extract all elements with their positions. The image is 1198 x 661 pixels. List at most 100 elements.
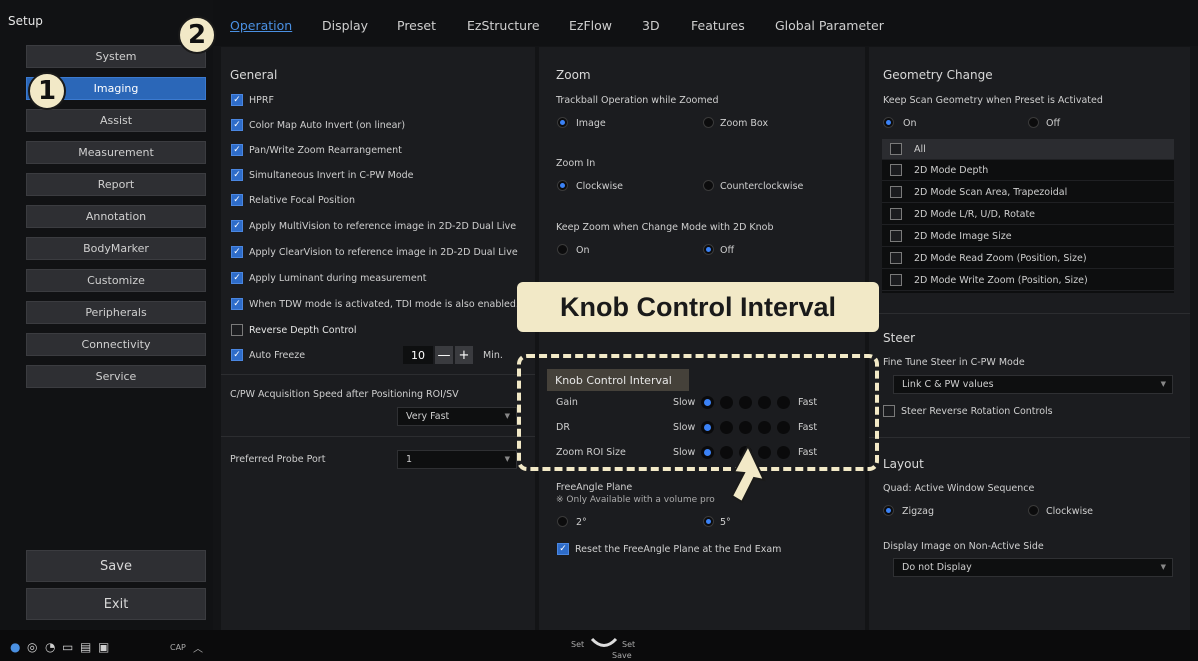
tab-preset[interactable]: Preset <box>397 18 436 33</box>
freeangle-2-radio[interactable] <box>557 516 568 527</box>
probe-port-value: 1 <box>406 454 413 465</box>
focal-position-checkbox[interactable] <box>231 194 243 206</box>
acq-speed-dropdown[interactable]: Very Fast ▼ <box>397 407 517 426</box>
callout-2: 2 <box>178 16 216 54</box>
fine-tune-label: Fine Tune Steer in C-PW Mode <box>883 357 1025 368</box>
sidebar-item-report[interactable]: Report <box>26 173 206 196</box>
auto-freeze-unit: Min. <box>483 350 503 361</box>
general-title: General <box>230 68 278 82</box>
general-panel <box>221 47 535 630</box>
tab-features[interactable]: Features <box>691 18 745 33</box>
caps-indicator: CAP <box>170 643 186 652</box>
sidebar-item-service[interactable]: Service <box>26 365 206 388</box>
trackball-zoombox-radio[interactable] <box>703 117 714 128</box>
zoom-title: Zoom <box>556 68 591 82</box>
geometry-rotate-checkbox[interactable] <box>890 208 902 220</box>
callout-1: 1 <box>28 72 66 110</box>
reset-freeangle-label: Reset the FreeAngle Plane at the End Exa… <box>575 544 782 555</box>
quad-clockwise-radio[interactable] <box>1028 505 1039 516</box>
list-item[interactable]: 2D Mode Scan Area, Trapezoidal <box>882 182 1174 203</box>
tdw-tdi-label: When TDW mode is activated, TDI mode is … <box>249 299 519 310</box>
sidebar-item-customize[interactable]: Customize <box>26 269 206 292</box>
list-item[interactable]: 2D Mode Image Size <box>882 226 1174 247</box>
keep-zoom-off-radio[interactable] <box>703 244 714 255</box>
simul-invert-label: Simultaneous Invert in C-PW Mode <box>249 170 414 181</box>
list-item[interactable]: 2D Mode Read Zoom (Position, Size) <box>882 248 1174 269</box>
auto-freeze-value[interactable]: 10 <box>403 346 433 364</box>
probe-port-label: Preferred Probe Port <box>230 454 326 465</box>
geometry-write-zoom-checkbox[interactable] <box>890 274 902 286</box>
geometry-depth-checkbox[interactable] <box>890 164 902 176</box>
pan-zoom-label: Pan/Write Zoom Rearrangement <box>249 145 402 156</box>
fine-tune-value: Link C & PW values <box>902 379 994 390</box>
tab-operation[interactable]: Operation <box>230 18 292 33</box>
pointer-arrow-icon <box>730 443 766 504</box>
list-item[interactable]: All <box>882 139 1174 160</box>
exit-button[interactable]: Exit <box>26 588 206 620</box>
geometry-all-label: All <box>914 144 926 155</box>
user-icon[interactable]: ● <box>10 640 20 654</box>
list-item[interactable]: 2D Mode L/R, U/D, Rotate <box>882 204 1174 225</box>
pan-zoom-checkbox[interactable] <box>231 144 243 156</box>
zoom-in-counterclockwise-radio[interactable] <box>703 180 714 191</box>
sidebar-item-annotation[interactable]: Annotation <box>26 205 206 228</box>
zoom-in-clockwise-label: Clockwise <box>576 181 624 192</box>
simul-invert-checkbox[interactable] <box>231 169 243 181</box>
clearvision-checkbox[interactable] <box>231 246 243 258</box>
sidebar-item-bodymarker[interactable]: BodyMarker <box>26 237 206 260</box>
color-map-checkbox[interactable] <box>231 119 243 131</box>
sidebar-item-assist[interactable]: Assist <box>26 109 206 132</box>
sidebar-item-peripherals[interactable]: Peripherals <box>26 301 206 324</box>
fine-tune-dropdown[interactable]: Link C & PW values ▼ <box>893 375 1173 394</box>
keep-geometry-off-radio[interactable] <box>1028 117 1039 128</box>
knob-control-highlight <box>517 354 879 471</box>
auto-freeze-checkbox[interactable] <box>231 349 243 361</box>
geometry-read-zoom-checkbox[interactable] <box>890 252 902 264</box>
keep-zoom-on-radio[interactable] <box>557 244 568 255</box>
luminant-checkbox[interactable] <box>231 272 243 284</box>
geometry-write-zoom-label: 2D Mode Write Zoom (Position, Size) <box>914 275 1088 286</box>
multivision-checkbox[interactable] <box>231 220 243 232</box>
focal-position-label: Relative Focal Position <box>249 195 355 206</box>
luminant-label: Apply Luminant during measurement <box>249 273 427 284</box>
reverse-depth-checkbox[interactable] <box>231 324 243 336</box>
tdw-tdi-checkbox[interactable] <box>231 298 243 310</box>
tab-3d[interactable]: 3D <box>642 18 660 33</box>
sidebar-item-connectivity[interactable]: Connectivity <box>26 333 206 356</box>
geometry-rotate-label: 2D Mode L/R, U/D, Rotate <box>914 209 1036 220</box>
geometry-image-size-checkbox[interactable] <box>890 230 902 242</box>
tab-global-parameter[interactable]: Global Parameter <box>775 18 884 33</box>
freeangle-5-radio[interactable] <box>703 516 714 527</box>
auto-freeze-minus-button[interactable]: — <box>435 346 453 364</box>
geometry-scan-area-checkbox[interactable] <box>890 186 902 198</box>
quad-zigzag-label: Zigzag <box>902 506 935 517</box>
zoom-in-clockwise-radio[interactable] <box>557 180 568 191</box>
usb-icon: ▭ <box>62 640 74 654</box>
sidebar-item-measurement[interactable]: Measurement <box>26 141 206 164</box>
quad-label: Quad: Active Window Sequence <box>883 483 1035 494</box>
steer-reverse-checkbox[interactable] <box>883 405 895 417</box>
save-button[interactable]: Save <box>26 550 206 582</box>
quad-zigzag-radio[interactable] <box>883 505 894 516</box>
keep-geometry-off-label: Off <box>1046 118 1061 129</box>
chevron-up-icon[interactable]: ︿ <box>193 640 203 655</box>
auto-freeze-plus-button[interactable]: + <box>455 346 473 364</box>
keep-geometry-label: Keep Scan Geometry when Preset is Activa… <box>883 95 1103 106</box>
reset-freeangle-checkbox[interactable] <box>557 543 569 555</box>
multivision-label: Apply MultiVision to reference image in … <box>249 221 517 232</box>
tab-ezflow[interactable]: EzFlow <box>569 18 612 33</box>
probe-port-dropdown[interactable]: 1 ▼ <box>397 450 517 469</box>
display-image-dropdown[interactable]: Do not Display ▼ <box>893 558 1173 577</box>
tab-ezstructure[interactable]: EzStructure <box>467 18 540 33</box>
list-item[interactable]: 2D Mode Write Zoom (Position, Size) <box>882 270 1174 291</box>
trackball-image-radio[interactable] <box>557 117 568 128</box>
divider <box>221 374 535 375</box>
geometry-all-checkbox[interactable] <box>890 143 902 155</box>
keep-geometry-on-radio[interactable] <box>883 117 894 128</box>
sidebar-item-system[interactable]: System <box>26 45 206 68</box>
chevron-down-icon: ▼ <box>504 412 510 420</box>
tab-display[interactable]: Display <box>322 18 368 33</box>
zoom-in-label: Zoom In <box>556 158 596 169</box>
list-item[interactable]: 2D Mode Depth <box>882 160 1174 181</box>
hprf-checkbox[interactable] <box>231 94 243 106</box>
